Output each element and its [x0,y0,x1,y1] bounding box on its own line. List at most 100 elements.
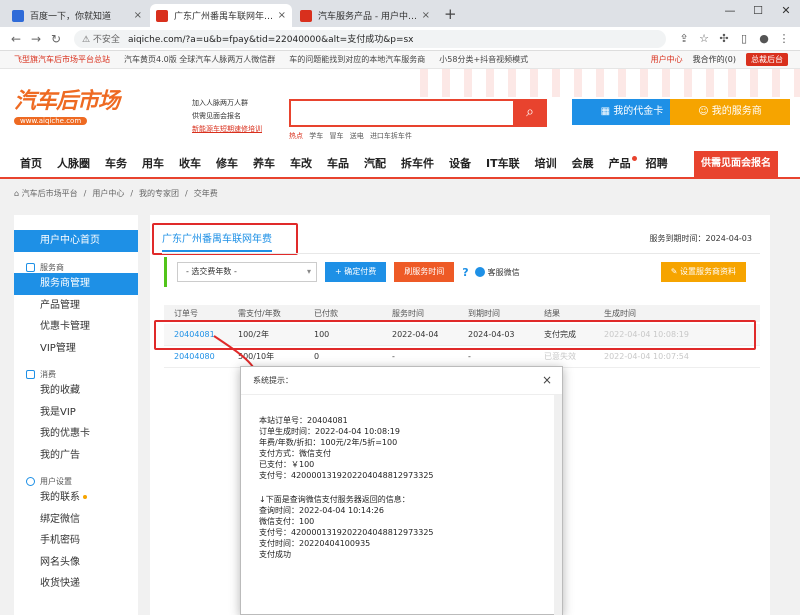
hot-keyword[interactable]: 送电 [350,132,364,140]
confirm-pay-button[interactable]: + 确定付费 [325,262,387,282]
service-expire-text: 服务到期时间：2024-04-03 [649,234,753,243]
user-center-link[interactable]: 用户中心 [651,54,683,65]
sidebar-item-avatar[interactable]: 网名头像 [14,552,138,574]
info-link[interactable]: 飞型旗汽车后市场平台总站 [14,54,110,65]
close-icon[interactable]: × [542,373,552,387]
sidebar-item-my-contact[interactable]: 我的联系 [14,487,138,509]
hot-keyword[interactable]: 进口车拆车件 [370,132,412,140]
sidebar-item-home[interactable]: 用户中心首页 [14,230,138,252]
search-input[interactable]: ⌕ [289,99,547,127]
back-arrow-icon[interactable]: ← [6,32,26,46]
close-window-icon[interactable]: ✕ [772,0,800,24]
user-icon [26,477,35,486]
breadcrumb-sep: / [130,189,134,198]
new-tab-button[interactable]: + [444,5,457,23]
hot-keyword[interactable]: 冒车 [329,132,343,140]
breadcrumb-home[interactable]: ⌂ 汽车后市场平台 [14,188,78,199]
table-cell: - [392,352,395,361]
sidebar-item-shipping[interactable]: 收货快递 [14,573,138,595]
hot-label: 热点 [289,132,303,140]
slogan-link[interactable]: 新能源车短期速修培训 [192,123,262,136]
help-icon[interactable]: ? [462,266,468,279]
maximize-icon[interactable]: ☐ [744,0,772,24]
close-icon[interactable]: × [422,10,430,21]
nav-item[interactable]: 招聘 [646,155,668,171]
reload-icon[interactable]: ↻ [46,32,66,46]
main-nav: 首页 人脉圈 车务 用车 收车 修车 养车 车改 车品 汽配 拆车件 设备 IT… [0,149,800,179]
nav-item-product[interactable]: 产品 [609,155,637,171]
breadcrumb-item[interactable]: 我的专家团 [139,188,179,199]
sidebar-item-provider-management[interactable]: 服务商管理 [14,273,138,295]
supply-demand-signup-button[interactable]: 供需见面会报名 [694,151,778,177]
nav-item[interactable]: 车改 [290,155,312,171]
dialog-line: 微信支付：100 [259,517,315,526]
nav-item[interactable]: 设备 [449,155,471,171]
notification-dot [631,156,637,161]
browser-tab-active[interactable]: 广东广州番禺车联网年费 - 用户中心 × [150,4,292,27]
nav-item[interactable]: 养车 [253,155,275,171]
search-button[interactable]: ⌕ [513,99,547,127]
nav-item[interactable]: 用车 [142,155,164,171]
sidebar-item-discount-card[interactable]: 优惠卡管理 [14,316,138,338]
calendar-icon [26,263,35,272]
forward-arrow-icon[interactable]: → [26,32,46,46]
url-field[interactable]: ⚠ 不安全 aiqiche.com/?a=u&b=fpay&tid=220400… [74,29,666,48]
minimize-icon[interactable]: — [716,0,744,24]
nav-item[interactable]: 人脉圈 [57,155,90,171]
browser-tab[interactable]: 汽车服务产品 - 用户中心 - 汽车后市场 × [294,4,436,27]
profile-icon[interactable]: ● [754,32,774,45]
close-icon[interactable]: × [278,10,286,21]
hot-keyword[interactable]: 学车 [309,132,323,140]
customer-service-wechat[interactable]: 客服微信 [474,267,520,278]
site-favicon-icon [300,9,312,22]
site-logo[interactable]: 汽车后市场 www.aiqiche.com [14,83,164,133]
status-cell: 已意失效 [544,352,576,361]
setup-provider-info-button[interactable]: ✎ 设置服务商资料 [660,262,746,282]
nav-item[interactable]: 汽配 [364,155,386,171]
nav-item[interactable]: IT车联 [486,155,520,171]
years-select[interactable]: - 选交费年数 - ▾ [177,262,317,282]
admin-back-button[interactable]: 总裁后台 [746,53,788,66]
menu-icon[interactable]: ⋮ [774,32,794,45]
sidebar-icon[interactable]: ▯ [734,32,754,45]
sidebar-item-favorites[interactable]: 我的收藏 [14,380,138,402]
security-indicator[interactable]: ⚠ 不安全 [82,32,120,45]
star-icon[interactable]: ☆ [694,32,714,45]
sidebar-item-product-management[interactable]: 产品管理 [14,295,138,317]
table-cell: 2022-04-04 10:07:54 [604,352,689,361]
my-coop-link[interactable]: 我合作的(0) [693,54,736,65]
nav-item[interactable]: 首页 [20,155,42,171]
dialog-scrollbar[interactable] [554,395,562,615]
close-icon[interactable]: × [134,10,142,21]
sidebar-section: 服务商 [14,262,138,273]
nav-item[interactable]: 车品 [327,155,349,171]
sidebar-item-bind-wechat[interactable]: 绑定微信 [14,509,138,531]
button-label: 我的服务商 [711,106,762,117]
tab-title: 百度一下，你就知道 [30,12,112,22]
nav-item[interactable]: 会展 [572,155,594,171]
nav-item[interactable]: 拆车件 [401,155,434,171]
table-cell: - [468,352,471,361]
breadcrumb-sep: / [83,189,87,198]
nav-item[interactable]: 修车 [216,155,238,171]
nav-item[interactable]: 车务 [105,155,127,171]
share-icon[interactable]: ⇪ [674,32,694,45]
info-link[interactable]: 汽车黄页4.0版 全球汽车人脉两万人微信群 [124,54,275,65]
info-link[interactable]: 车的问题能找到对应的本地汽车服务商 [289,54,425,65]
refresh-service-time-button[interactable]: 刷服务时间 [394,262,455,282]
browser-tab[interactable]: 百度一下，你就知道 × [6,4,148,27]
sidebar-section: 用户设置 [14,476,138,487]
sidebar-item-phone-password[interactable]: 手机密码 [14,530,138,552]
info-link[interactable]: 小58分类+抖音视频模式 [439,54,528,65]
my-provider-button[interactable]: ☺ 我的服务商 [670,99,790,125]
nav-item[interactable]: 培训 [535,155,557,171]
extensions-icon[interactable]: ✣ [714,32,734,45]
nav-item[interactable]: 收车 [179,155,201,171]
sidebar-item-vip[interactable]: VIP管理 [14,338,138,360]
breadcrumb-item[interactable]: 用户中心 [92,188,124,199]
sidebar-item-my-ads[interactable]: 我的广告 [14,445,138,467]
order-number-link[interactable]: 20404080 [164,352,228,361]
sidebar-item-i-am-vip[interactable]: 我是VIP [14,402,138,424]
sidebar-item-my-discount-card[interactable]: 我的优惠卡 [14,423,138,445]
column-header: 服务时间 [392,309,424,318]
